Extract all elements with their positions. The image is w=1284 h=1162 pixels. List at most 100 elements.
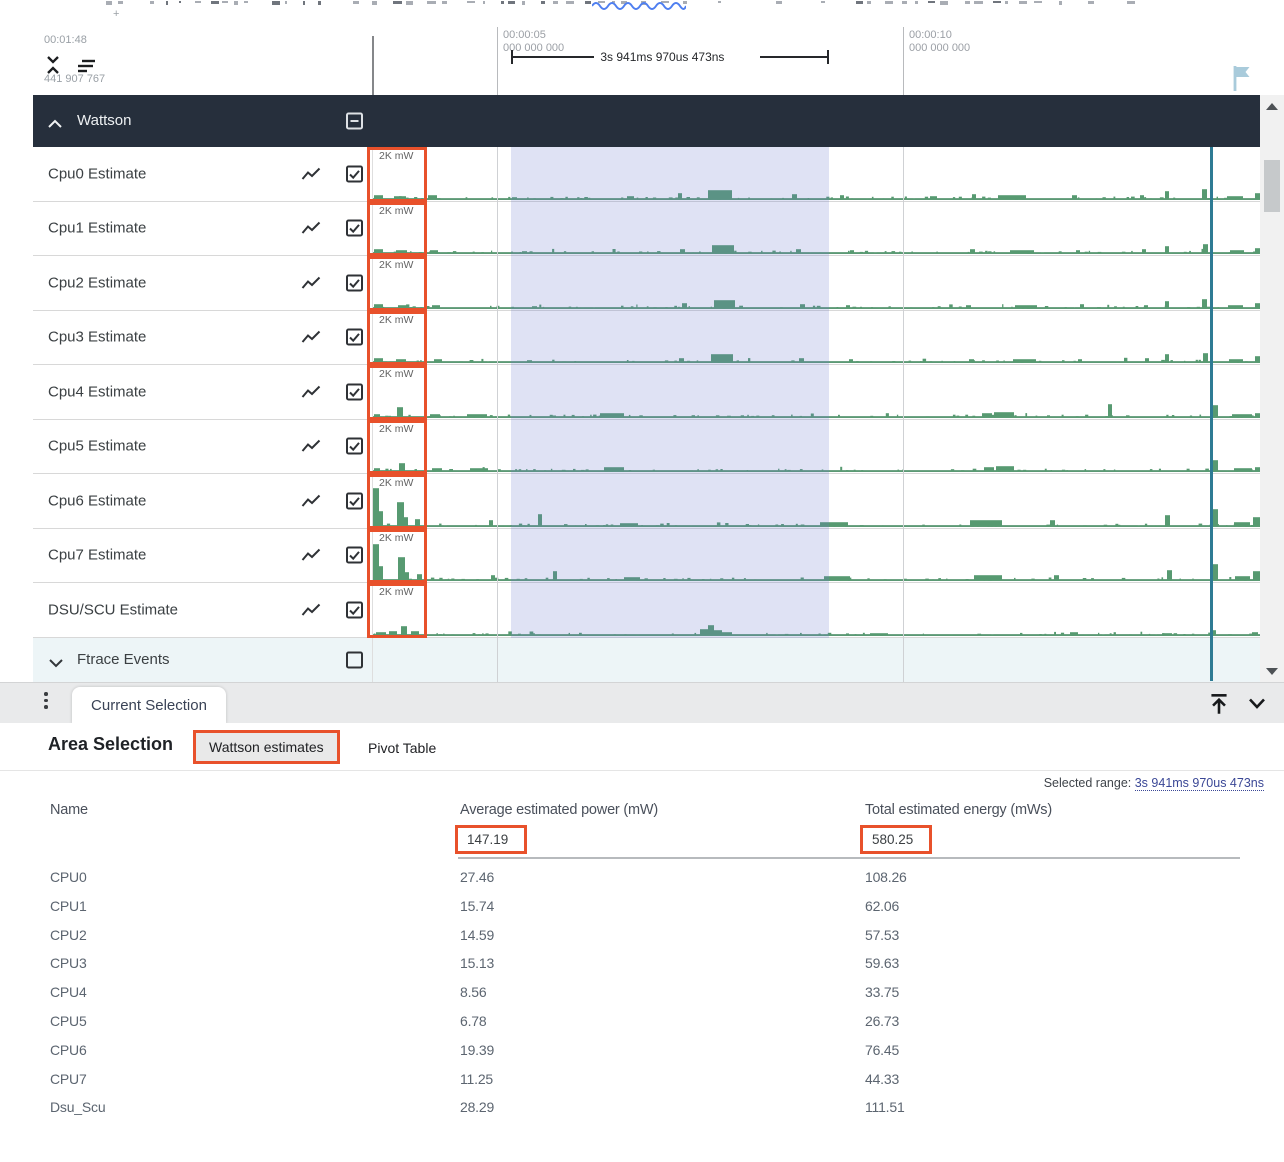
track-content[interactable]: 2K mW	[372, 202, 1260, 256]
waveform	[372, 311, 1260, 365]
time-gridline	[497, 147, 498, 682]
cell-avg-power: 6.78	[460, 1013, 486, 1029]
track-checkbox-checked[interactable]	[346, 492, 363, 509]
time-gridline-tick	[903, 27, 904, 95]
vertical-scrollbar[interactable]	[1260, 95, 1284, 682]
cell-avg-power: 19.39	[460, 1042, 494, 1058]
selected-range-label: Selected range:	[1044, 776, 1135, 790]
cell-name: CPU0	[50, 869, 87, 885]
track-row[interactable]: DSU/SCU Estimate 2K mW	[33, 583, 1260, 638]
chevron-down-icon[interactable]	[48, 655, 64, 673]
scrollbar-thumb[interactable]	[1264, 160, 1280, 212]
track-row[interactable]: Cpu1 Estimate2K mW	[33, 202, 1260, 257]
table-column-header: Total estimated energy (mWs)	[865, 802, 1052, 818]
track-checkbox-checked[interactable]	[346, 438, 363, 455]
track-content[interactable]: 2K mW	[372, 420, 1260, 474]
track-content[interactable]: 2K mW	[372, 147, 1260, 201]
track-content-edge-tick	[372, 36, 374, 95]
total-avg-power: 147.19	[458, 828, 524, 851]
track-content[interactable]: 2K mW	[372, 311, 1260, 365]
cell-name: CPU7	[50, 1071, 87, 1087]
chart-line-icon	[301, 275, 321, 291]
time-gridline	[903, 147, 904, 682]
group-title: Ftrace Events	[77, 651, 170, 668]
flag-marker-icon[interactable]	[1231, 64, 1253, 97]
track-content[interactable]: 2K mW	[372, 583, 1260, 637]
track-content[interactable]: 2K mW	[372, 256, 1260, 310]
track-checkbox-checked[interactable]	[346, 601, 363, 618]
table-row: CPU711.2544.33	[0, 1066, 1284, 1095]
plus-sign: +	[113, 8, 119, 20]
track-row[interactable]: Cpu2 Estimate 2K mW	[33, 256, 1260, 311]
spellcheck-squiggle-underline	[592, 0, 686, 10]
track-checkbox-checked[interactable]	[346, 329, 363, 346]
waveform	[372, 365, 1260, 419]
track-row[interactable]: Cpu5 Estimate2K mW	[33, 420, 1260, 475]
annotation-box-wattson-tab: Wattson estimates	[193, 730, 340, 764]
cell-name: CPU5	[50, 1013, 87, 1029]
track-label: DSU/SCU Estimate	[48, 601, 178, 618]
cell-total-energy: 59.63	[865, 955, 899, 971]
table-row: CPU214.5957.53	[0, 922, 1284, 951]
overflow-menu-icon[interactable]	[44, 692, 48, 712]
divider	[0, 770, 1284, 771]
scrollbar-up-button[interactable]	[1260, 97, 1284, 115]
timeline-body[interactable]: Wattson Cpu0 Estimate2K mWCpu1 Estimate2…	[0, 95, 1284, 682]
time-marker-line	[1210, 147, 1213, 681]
cell-avg-power: 11.25	[460, 1071, 493, 1087]
track-label: Cpu2 Estimate	[48, 274, 146, 291]
group-checkbox-empty[interactable]	[346, 651, 363, 668]
track-checkbox-checked[interactable]	[346, 165, 363, 182]
tab-wattson-estimates[interactable]: Wattson estimates	[196, 733, 337, 761]
track-row[interactable]: Cpu0 Estimate 2K mW	[33, 147, 1260, 202]
selection-duration-bracket: 3s 941ms 970us 473ns	[511, 49, 829, 65]
offset-time-primary: 00:01:48	[44, 34, 105, 47]
track-checkbox-checked[interactable]	[346, 383, 363, 400]
track-row[interactable]: Cpu6 Estimate 2K mW	[33, 474, 1260, 529]
collapse-all-tracks-icon[interactable]	[44, 55, 62, 80]
tab-current-selection[interactable]: Current Selection	[72, 687, 226, 724]
track-row[interactable]: Cpu4 Estimate 2K mW	[33, 365, 1260, 420]
tab-pivot-table[interactable]: Pivot Table	[368, 740, 436, 756]
scrollbar-down-button[interactable]	[1260, 662, 1284, 680]
cell-name: CPU4	[50, 984, 87, 1000]
track-content[interactable]: 2K mW	[372, 529, 1260, 583]
cell-avg-power: 28.29	[460, 1099, 494, 1115]
track-content[interactable]: 2K mW	[372, 365, 1260, 419]
track-label: Cpu6 Estimate	[48, 492, 146, 509]
table-row: CPU619.3976.45	[0, 1037, 1284, 1066]
waveform	[372, 256, 1260, 310]
track-label: Cpu0 Estimate	[48, 165, 146, 182]
table-row: CPU56.7826.73	[0, 1008, 1284, 1037]
annotation-box-total-energy: 580.25	[860, 825, 932, 854]
table-row: CPU027.46108.26	[0, 864, 1284, 893]
track-row[interactable]: Cpu3 Estimate2K mW	[33, 311, 1260, 366]
time-gridline-tick	[497, 27, 498, 95]
track-checkbox-checked[interactable]	[346, 547, 363, 564]
cell-avg-power: 8.56	[460, 984, 486, 1000]
track-content[interactable]: 2K mW	[372, 474, 1260, 528]
group-checkbox-indeterminate[interactable]	[346, 113, 363, 130]
collapse-panel-chevron-down-icon[interactable]	[1246, 697, 1268, 711]
expand-panel-to-top-icon[interactable]	[1206, 691, 1232, 717]
cell-name: CPU1	[50, 898, 87, 914]
chevron-up-icon[interactable]	[47, 116, 63, 134]
sort-tracks-icon[interactable]	[74, 58, 96, 79]
table-column-header: Name	[50, 802, 88, 818]
group-title: Wattson	[77, 112, 131, 129]
cell-total-energy: 76.45	[865, 1042, 899, 1058]
timeline-ruler[interactable]: 00:01:48 441 907 767 + 00:00:05000 000 0…	[0, 0, 1284, 95]
chart-line-icon	[301, 166, 321, 182]
track-shell-boundary	[372, 147, 373, 682]
track-checkbox-checked[interactable]	[346, 274, 363, 291]
track-checkbox-checked[interactable]	[346, 220, 363, 237]
table-row: CPU315.1359.63	[0, 950, 1284, 979]
track-label: Cpu7 Estimate	[48, 547, 146, 564]
tick-time: 00:00:05	[503, 29, 564, 42]
track-row[interactable]: Cpu7 Estimate 2K mW	[33, 529, 1260, 584]
track-group-wattson[interactable]: Wattson	[33, 95, 1260, 147]
track-group-ftrace-events[interactable]: Ftrace Events	[33, 638, 1260, 683]
table-row: CPU115.7462.06	[0, 893, 1284, 922]
track-label: Cpu4 Estimate	[48, 383, 146, 400]
selected-range-link[interactable]: 3s 941ms 970us 473ns	[1135, 776, 1264, 791]
